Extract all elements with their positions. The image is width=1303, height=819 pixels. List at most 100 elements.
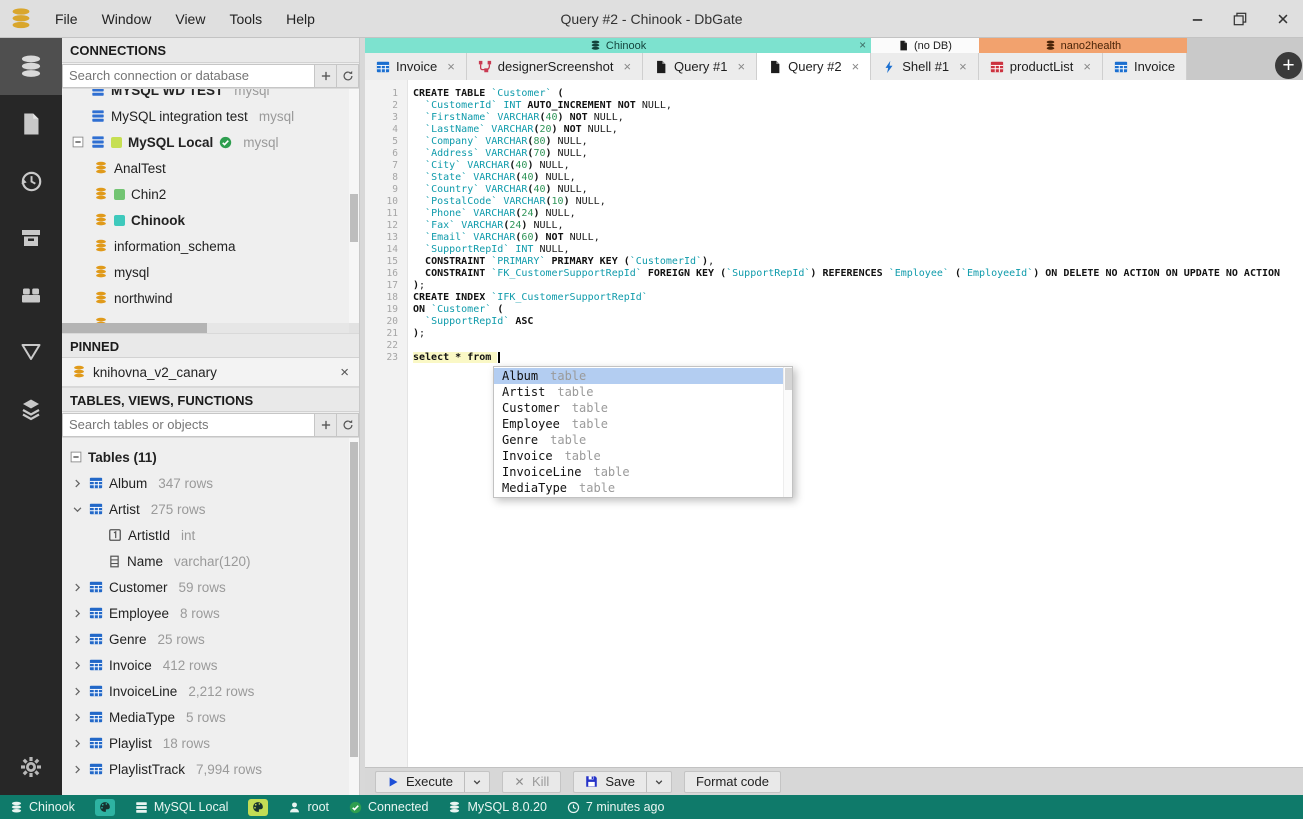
- rail-file[interactable]: [0, 95, 62, 152]
- minus-box-icon: [72, 136, 84, 148]
- execute-button[interactable]: Execute: [375, 770, 465, 793]
- code-line: 3 `FirstName` VARCHAR(40) NOT NULL,: [365, 112, 1303, 124]
- connection-item-analtest[interactable]: AnalTest: [62, 155, 359, 181]
- row-count: 7,994 rows: [196, 761, 263, 777]
- table-item-invoiceline[interactable]: InvoiceLine 2,212 rows: [62, 678, 359, 704]
- connections-search-input[interactable]: [62, 63, 315, 88]
- table-item-employee[interactable]: Employee 8 rows: [62, 600, 359, 626]
- pinned-item-knihovna-v2-canary[interactable]: knihovna_v2_canary ×: [62, 358, 359, 387]
- table-item-playlist[interactable]: Playlist 18 rows: [62, 730, 359, 756]
- connection-item-mysql-local[interactable]: MySQL Local mysql: [62, 129, 359, 155]
- unpin-close-icon[interactable]: ×: [340, 364, 349, 381]
- menu-file[interactable]: File: [55, 11, 78, 27]
- autocomplete-item-album[interactable]: Album table: [494, 368, 792, 384]
- minus-box-icon: [70, 451, 82, 463]
- connection-item-northwind[interactable]: northwind: [62, 285, 359, 311]
- menu-window[interactable]: Window: [102, 11, 152, 27]
- status-color-chip[interactable]: [94, 798, 115, 816]
- autocomplete-item-artist[interactable]: Artist table: [494, 384, 792, 400]
- column-item-name[interactable]: Name varchar(120): [62, 548, 359, 574]
- connection-item-mysql-wd-test[interactable]: MYSQL WD TEST mysql: [62, 89, 359, 103]
- group-close-icon[interactable]: ×: [859, 38, 866, 52]
- save-button[interactable]: Save: [573, 770, 647, 793]
- tab-shell-1[interactable]: Shell #1 ×: [871, 53, 979, 80]
- table-item-customer[interactable]: Customer 59 rows: [62, 574, 359, 600]
- status-7-minutes-ago[interactable]: 7 minutes ago: [567, 800, 664, 814]
- table-item-artist[interactable]: Artist 275 rows: [62, 496, 359, 522]
- refresh-tables-button[interactable]: [337, 412, 359, 437]
- line-number: 20: [386, 316, 398, 327]
- tab-invoice[interactable]: Invoice: [1102, 53, 1187, 80]
- connection-item-information-schema[interactable]: information_schema: [62, 233, 359, 259]
- sql-editor[interactable]: 1 CREATE TABLE `Customer` ( 2 `CustomerI…: [365, 80, 1303, 767]
- tab-productlist[interactable]: productList ×: [978, 53, 1103, 80]
- rail-archive[interactable]: [0, 209, 62, 266]
- table-icon: [89, 684, 103, 698]
- tab-close-icon[interactable]: ×: [852, 59, 860, 74]
- add-connection-button[interactable]: [315, 63, 337, 88]
- autocomplete-item-invoiceline[interactable]: InvoiceLine table: [494, 464, 792, 480]
- connection-item-mysql-integration-test[interactable]: MySQL integration test mysql: [62, 103, 359, 129]
- connections-horizontal-scrollbar[interactable]: [62, 323, 349, 333]
- column-item-artistid[interactable]: ArtistId int: [62, 522, 359, 548]
- chevron-right-icon: [72, 764, 83, 775]
- table-item-playlisttrack[interactable]: PlaylistTrack 7,994 rows: [62, 756, 359, 782]
- refresh-connections-button[interactable]: [337, 63, 359, 88]
- format-code-button[interactable]: Format code: [683, 770, 781, 793]
- connections-tree: MYSQL WD TEST mysql MySQL integration test…: [62, 89, 359, 333]
- status-mysql-8-0-20[interactable]: MySQL 8.0.20: [448, 800, 547, 814]
- tab-query-1[interactable]: Query #1 ×: [643, 53, 758, 80]
- save-dropdown-button[interactable]: [646, 770, 672, 793]
- connections-vertical-scrollbar[interactable]: [349, 89, 359, 323]
- tab-close-icon[interactable]: ×: [738, 59, 746, 74]
- tab-designerscreenshot[interactable]: designerScreenshot ×: [466, 53, 644, 80]
- tab-close-icon[interactable]: ×: [447, 59, 455, 74]
- status-root[interactable]: root: [288, 800, 329, 814]
- status-color-chip[interactable]: [248, 798, 269, 816]
- tables-root[interactable]: Tables (11): [62, 444, 359, 470]
- table-item-genre[interactable]: Genre 25 rows: [62, 626, 359, 652]
- autocomplete-item-invoice[interactable]: Invoice table: [494, 448, 792, 464]
- rail-book[interactable]: [0, 266, 62, 323]
- tab-close-icon[interactable]: ×: [1083, 59, 1091, 74]
- autocomplete-item-customer[interactable]: Customer table: [494, 400, 792, 416]
- rail-layers[interactable]: [0, 380, 62, 437]
- table-item-invoice[interactable]: Invoice 412 rows: [62, 652, 359, 678]
- autocomplete-item-mediatype[interactable]: MediaType table: [494, 480, 792, 496]
- tab-group-header[interactable]: Chinook ×: [365, 38, 872, 53]
- table-item-album[interactable]: Album 347 rows: [62, 470, 359, 496]
- tab-query-2[interactable]: Query #2 ×: [757, 53, 872, 80]
- menu-help[interactable]: Help: [286, 11, 315, 27]
- menu-tools[interactable]: Tools: [229, 11, 262, 27]
- restore-button[interactable]: [1232, 11, 1248, 27]
- status-connected[interactable]: Connected: [349, 800, 428, 814]
- connection-item-mysql[interactable]: mysql: [62, 259, 359, 285]
- status-mysql-local[interactable]: MySQL Local: [135, 800, 228, 814]
- connection-item-chin2[interactable]: Chin2: [62, 181, 359, 207]
- rail-funnel[interactable]: [0, 323, 62, 380]
- rail-database[interactable]: [0, 38, 62, 95]
- editor-column: Chinook × Invoice × designerScreenshot ×…: [365, 38, 1303, 795]
- tab-group-header[interactable]: (no DB): [871, 38, 979, 53]
- table-item-mediatype[interactable]: MediaType 5 rows: [62, 704, 359, 730]
- autocomplete-scrollbar[interactable]: [783, 367, 792, 497]
- tables-search-input[interactable]: [62, 412, 315, 437]
- connection-item-chinook[interactable]: Chinook: [62, 207, 359, 233]
- rail-gear[interactable]: [0, 738, 62, 795]
- execute-dropdown-button[interactable]: [464, 770, 490, 793]
- tab-close-icon[interactable]: ×: [623, 59, 631, 74]
- tab-group-header[interactable]: nano2health: [978, 38, 1187, 53]
- tables-vertical-scrollbar[interactable]: [349, 438, 359, 795]
- autocomplete-item-genre[interactable]: Genre table: [494, 432, 792, 448]
- kill-button[interactable]: Kill: [501, 770, 562, 793]
- new-tab-button[interactable]: +: [1275, 52, 1302, 79]
- menu-view[interactable]: View: [175, 11, 205, 27]
- tab-invoice[interactable]: Invoice ×: [365, 53, 467, 80]
- autocomplete-item-employee[interactable]: Employee table: [494, 416, 792, 432]
- status-chinook[interactable]: Chinook: [10, 800, 75, 814]
- tab-close-icon[interactable]: ×: [959, 59, 967, 74]
- add-table-button[interactable]: [315, 412, 337, 437]
- rail-history[interactable]: [0, 152, 62, 209]
- close-button[interactable]: [1275, 11, 1291, 27]
- minimize-button[interactable]: [1189, 11, 1205, 27]
